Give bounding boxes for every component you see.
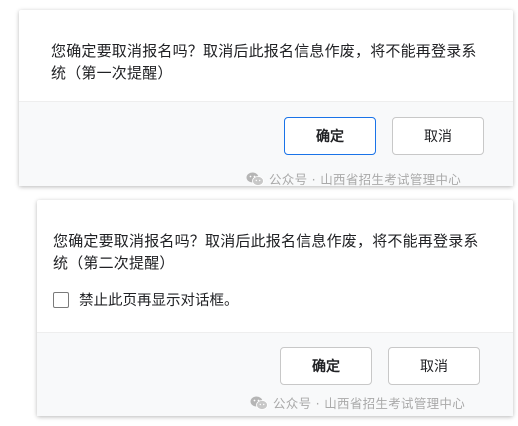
screenshot-canvas: 您确定要取消报名吗？取消后此报名信息作废，将不能再登录系统（第一次提醒） 确定 … [0,0,518,426]
watermark-text: 公众号 · 山西省招生考试管理中心 [273,396,466,411]
wechat-icon [246,172,264,186]
wechat-icon [250,396,268,410]
suppress-dialogs-label[interactable]: 禁止此页再显示对话框。 [79,289,239,310]
dialog-footer: 确定 取消 公众号 · 山西省招生考试管理中心 [19,101,513,188]
dialog-footer: 确定 取消 公众号 · 山西省招生考试管理中心 [37,332,513,416]
ok-button[interactable]: 确定 [280,347,372,385]
suppress-dialogs-option[interactable]: 禁止此页再显示对话框。 [53,289,239,310]
cancel-button[interactable]: 取消 [388,347,480,385]
ok-button[interactable]: 确定 [284,117,376,155]
dialog-message: 您确定要取消报名吗？取消后此报名信息作废，将不能再登录系统（第一次提醒） [51,42,477,82]
watermark-text: 公众号 · 山西省招生考试管理中心 [269,172,462,187]
cancel-button[interactable]: 取消 [392,117,484,155]
watermark: 公众号 · 山西省招生考试管理中心 [250,393,465,412]
confirm-dialog-second: 您确定要取消报名吗？取消后此报名信息作废，将不能再登录系统（第二次提醒） 禁止此… [37,200,513,416]
watermark: 公众号 · 山西省招生考试管理中心 [246,169,461,188]
confirm-dialog-first: 您确定要取消报名吗？取消后此报名信息作废，将不能再登录系统（第一次提醒） 确定 … [19,10,513,188]
suppress-dialogs-checkbox[interactable] [53,291,69,308]
dialog-message: 您确定要取消报名吗？取消后此报名信息作废，将不能再登录系统（第二次提醒） [53,232,479,272]
